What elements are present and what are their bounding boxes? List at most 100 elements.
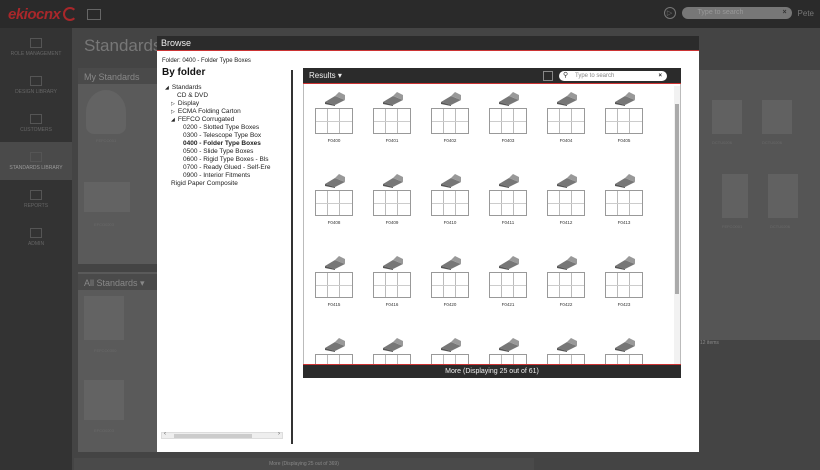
tree-node[interactable]: 0300 - Telescope Type Box bbox=[165, 132, 270, 140]
nav-admin[interactable]: Admin bbox=[0, 218, 72, 256]
breadcrumb: Folder: 0400 - Folder Type Boxes bbox=[162, 58, 251, 64]
results-vertical-scrollbar[interactable] bbox=[674, 86, 680, 376]
tree-node[interactable]: CD & DVD bbox=[165, 92, 270, 100]
result-item-label: F0415 bbox=[327, 302, 341, 307]
result-item-label: F0402 bbox=[443, 138, 457, 143]
tree-node[interactable]: 0900 - Interior Fitments bbox=[165, 172, 270, 180]
result-item[interactable]: F0405 bbox=[601, 92, 647, 150]
scroll-right-icon[interactable]: › bbox=[278, 431, 280, 437]
tree-toggle-icon[interactable]: ◢ bbox=[171, 117, 175, 123]
thumb-table[interactable] bbox=[86, 90, 126, 134]
app-logo[interactable]: ekiocnx bbox=[8, 6, 61, 23]
result-item[interactable]: F0403 bbox=[485, 92, 531, 150]
result-item-label: F0410 bbox=[443, 220, 457, 225]
nav-standards-library[interactable]: Standards Library bbox=[0, 142, 72, 180]
result-item-label: F0404 bbox=[559, 138, 573, 143]
result-item-label: F0403 bbox=[501, 138, 515, 143]
box-preview-icon bbox=[441, 92, 461, 106]
forward-icon[interactable]: ▷ bbox=[663, 7, 676, 19]
thumb-label: DCTU0206 bbox=[762, 140, 783, 145]
tree-node[interactable]: 0700 - Ready Glued - Self-Ere bbox=[165, 164, 270, 172]
dieline-diagram bbox=[547, 108, 585, 134]
result-item[interactable]: F0404 bbox=[543, 92, 589, 150]
pane-divider[interactable] bbox=[291, 70, 293, 444]
result-item[interactable]: F0400 bbox=[311, 92, 357, 150]
box-preview-icon bbox=[615, 338, 635, 352]
clear-search-icon[interactable]: × bbox=[658, 71, 662, 81]
thumb-display[interactable] bbox=[84, 296, 124, 340]
scrollbar-thumb[interactable] bbox=[174, 434, 252, 438]
tree-node-label: 0200 - Slotted Type Boxes bbox=[183, 124, 260, 131]
box-preview-icon bbox=[383, 256, 403, 270]
tree-horizontal-scrollbar[interactable]: ‹ › bbox=[161, 431, 283, 439]
tree-node[interactable]: ◢ Standards bbox=[165, 84, 270, 92]
result-item[interactable]: F0409 bbox=[369, 174, 415, 232]
tree-node[interactable]: ◢ FEFCO Corrugated bbox=[165, 116, 270, 124]
box-preview-icon bbox=[499, 92, 519, 106]
page-title: Standards bbox=[84, 36, 162, 55]
thumb-label: FEFCO0300 bbox=[94, 348, 117, 353]
box-preview-icon bbox=[325, 92, 345, 106]
result-item[interactable]: F0415 bbox=[311, 256, 357, 314]
result-item[interactable]: F0410 bbox=[427, 174, 473, 232]
tree-node-label: 0300 - Telescope Type Box bbox=[183, 132, 262, 139]
scroll-left-icon[interactable]: ‹ bbox=[164, 431, 166, 437]
result-item[interactable]: F0423 bbox=[601, 256, 647, 314]
thumb-box[interactable] bbox=[762, 100, 792, 134]
box-preview-icon bbox=[325, 256, 345, 270]
result-item[interactable]: F0402 bbox=[427, 92, 473, 150]
result-item-label: F0413 bbox=[617, 220, 631, 225]
result-item[interactable]: F0408 bbox=[311, 174, 357, 232]
folder-icon[interactable] bbox=[87, 8, 102, 20]
clear-search-icon[interactable]: × bbox=[782, 7, 786, 19]
tree-node-label: Display bbox=[177, 100, 200, 107]
thumb-display[interactable] bbox=[84, 380, 124, 420]
nav-reports[interactable]: Reports bbox=[0, 180, 72, 218]
nav-design-library[interactable]: Design Library bbox=[0, 66, 72, 104]
result-item-label: F0412 bbox=[559, 220, 573, 225]
thumb-stand[interactable] bbox=[722, 174, 748, 218]
thumb-box[interactable] bbox=[712, 100, 742, 134]
tree-node[interactable]: Rigid Paper Composite bbox=[165, 180, 270, 188]
tree-toggle-icon[interactable]: ◢ bbox=[165, 85, 169, 91]
box-preview-icon bbox=[383, 338, 403, 352]
thumb-label: FEFCO001 bbox=[722, 224, 743, 229]
results-search-input[interactable]: ⚲ Type to search × bbox=[559, 71, 667, 81]
tree-node[interactable]: 0200 - Slotted Type Boxes bbox=[165, 124, 270, 132]
export-icon[interactable] bbox=[543, 71, 553, 81]
tree-node-label: ECMA Folding Carton bbox=[177, 108, 241, 115]
tree-toggle-icon[interactable]: ▷ bbox=[171, 109, 175, 115]
result-item[interactable]: F0420 bbox=[427, 256, 473, 314]
result-item[interactable]: F0413 bbox=[601, 174, 647, 232]
results-more-button[interactable]: More (Displaying 25 out of 61) bbox=[303, 364, 681, 378]
result-item[interactable]: F0421 bbox=[485, 256, 531, 314]
result-item[interactable]: F0416 bbox=[369, 256, 415, 314]
result-item[interactable]: F0411 bbox=[485, 174, 531, 232]
tree-node[interactable]: 0600 - Rigid Type Boxes - Bls bbox=[165, 156, 270, 164]
scrollbar-thumb[interactable] bbox=[675, 104, 679, 294]
dieline-diagram bbox=[489, 190, 527, 216]
reports-icon bbox=[30, 189, 42, 200]
tree-toggle-icon[interactable]: ▷ bbox=[171, 101, 175, 107]
nav-role-management[interactable]: Role Management bbox=[0, 28, 72, 66]
logo-swirl-icon bbox=[63, 7, 78, 21]
thumb-stand[interactable] bbox=[768, 174, 798, 218]
result-item-label: F0400 bbox=[327, 138, 341, 143]
tree-node-label: 0700 - Ready Glued - Self-Ere bbox=[183, 164, 271, 171]
thumb-shelf[interactable] bbox=[84, 182, 130, 212]
tree-node[interactable]: ▷ ECMA Folding Carton bbox=[165, 108, 270, 116]
tree-node[interactable]: 0400 - Folder Type Boxes bbox=[165, 140, 270, 148]
user-name[interactable]: Pete bbox=[798, 9, 814, 18]
result-item[interactable]: F0422 bbox=[543, 256, 589, 314]
folder-tree: ◢ Standards CD & DVD ▷ Display ▷ ECMA Folding … bbox=[165, 84, 270, 188]
nav-customers[interactable]: Customers bbox=[0, 104, 72, 142]
results-dropdown[interactable]: Results ▾ bbox=[309, 71, 342, 80]
tree-node[interactable]: ▷ Display bbox=[165, 100, 270, 108]
background-more-button[interactable]: More (Displaying 25 out of 369) bbox=[74, 458, 534, 470]
result-item[interactable]: F0412 bbox=[543, 174, 589, 232]
tree-node[interactable]: 0500 - Slide Type Boxes bbox=[165, 148, 270, 156]
result-item[interactable]: F0401 bbox=[369, 92, 415, 150]
global-search-input[interactable]: Type to search × bbox=[681, 7, 792, 19]
all-standards-heading[interactable]: All Standards ▾ bbox=[78, 274, 158, 290]
thumb-label: DCTU0206 bbox=[712, 140, 733, 145]
